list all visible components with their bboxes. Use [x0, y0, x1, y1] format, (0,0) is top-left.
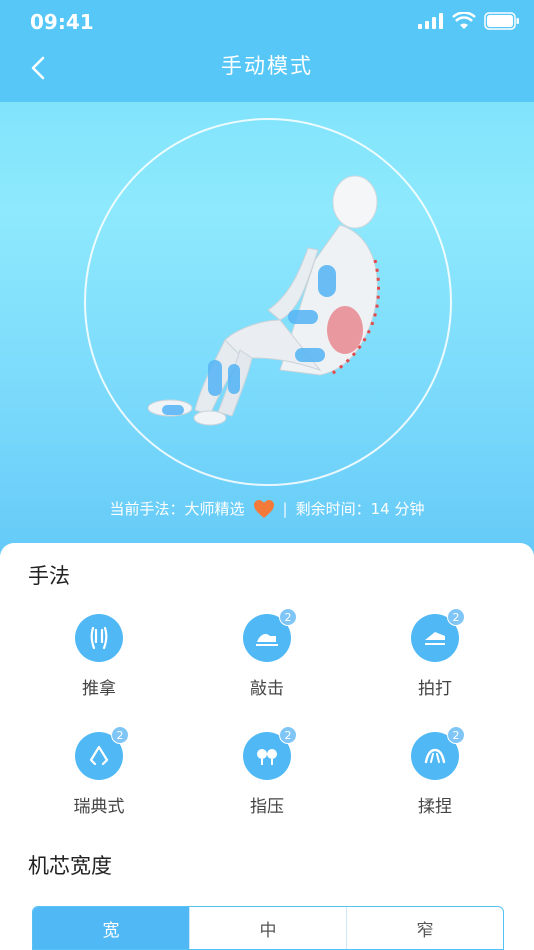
technique-swedish[interactable]: 2 瑞典式 — [44, 726, 154, 832]
width-option-medium[interactable]: 中 — [190, 907, 347, 949]
knead-icon: 2 — [411, 726, 465, 780]
technique-knock[interactable]: 2 敲击 — [212, 608, 322, 714]
status-time: 09:41 — [30, 10, 94, 34]
count-badge: 2 — [447, 726, 465, 744]
status-bar: 09:41 — [0, 0, 534, 44]
count-badge: 2 — [279, 726, 297, 744]
technique-label: 敲击 — [250, 679, 284, 699]
swedish-icon: 2 — [75, 726, 129, 780]
wifi-icon — [452, 12, 476, 29]
width-option-narrow[interactable]: 窄 — [347, 907, 503, 949]
count-badge: 2 — [447, 608, 465, 626]
techniques-title: 手法 — [28, 564, 70, 588]
finger-press-icon: 2 — [243, 726, 297, 780]
page-title: 手动模式 — [221, 54, 313, 78]
signal-icon — [418, 13, 443, 29]
knock-icon: 2 — [243, 608, 297, 662]
current-technique-text: 当前手法：大师精选 — [109, 500, 245, 518]
remaining-time-text: 剩余时间：14 分钟 — [295, 500, 425, 518]
core-width-title: 机芯宽度 — [28, 854, 112, 878]
count-badge: 2 — [111, 726, 129, 744]
status-icons — [418, 12, 520, 30]
massage-body-figure — [147, 175, 381, 426]
core-width-selector: 宽 中 窄 — [32, 906, 504, 950]
battery-icon — [484, 12, 519, 30]
width-option-wide[interactable]: 宽 — [33, 907, 190, 949]
technique-label: 瑞典式 — [73, 797, 125, 817]
nav-bar: 手动模式 — [0, 44, 534, 102]
technique-label: 指压 — [250, 797, 284, 817]
technique-pat[interactable]: 2 拍打 — [380, 608, 490, 714]
hands-icon — [75, 614, 123, 662]
technique-tuina[interactable]: 推拿 — [44, 614, 154, 714]
technique-label: 拍打 — [418, 679, 452, 699]
technique-label: 推拿 — [82, 679, 116, 699]
session-info: 当前手法：大师精选 | 剩余时间：14 分钟 — [0, 498, 534, 519]
info-divider: | — [282, 499, 288, 518]
technique-label: 揉捏 — [418, 797, 452, 817]
technique-finger-press[interactable]: 2 指压 — [212, 726, 322, 832]
pat-icon: 2 — [411, 608, 465, 662]
technique-knead[interactable]: 2 揉捏 — [380, 726, 490, 832]
heart-icon[interactable] — [253, 499, 275, 519]
count-badge: 2 — [279, 608, 297, 626]
